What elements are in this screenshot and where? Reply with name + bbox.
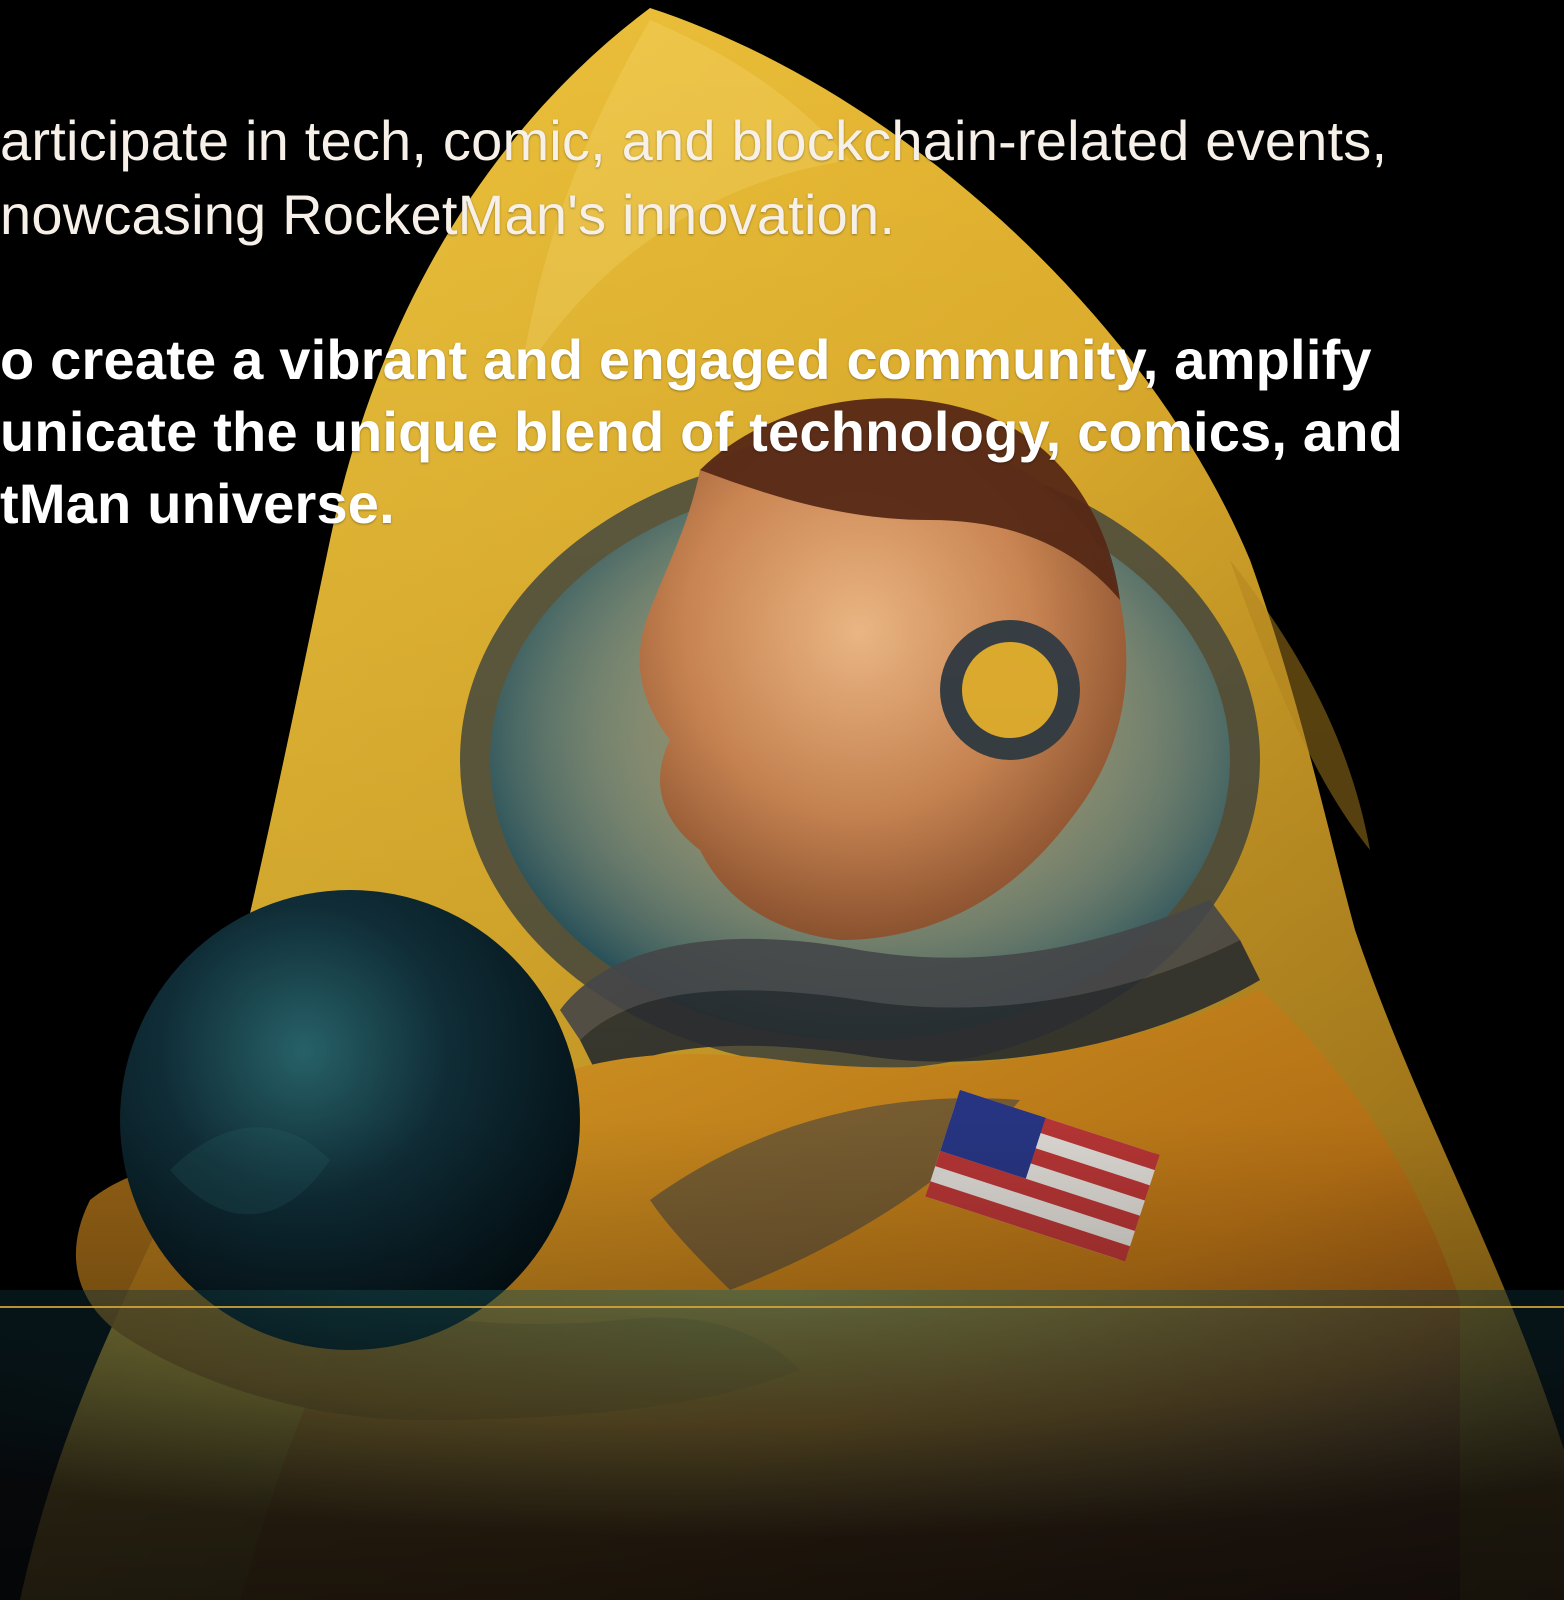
page: articipate in tech, comic, and blockchai… (0, 0, 1564, 1600)
community-paragraph: o create a vibrant and engaged community… (0, 324, 1403, 540)
community-paragraph-line-1: o create a vibrant and engaged community… (0, 328, 1372, 391)
community-paragraph-line-3: tMan universe. (0, 472, 395, 535)
events-paragraph: articipate in tech, comic, and blockchai… (0, 104, 1387, 252)
community-paragraph-line-2: unicate the unique blend of technology, … (0, 400, 1404, 463)
events-paragraph-line-1: articipate in tech, comic, and blockchai… (0, 109, 1388, 172)
section-divider (0, 1306, 1564, 1308)
hero-copy: articipate in tech, comic, and blockchai… (0, 0, 1564, 560)
events-paragraph-line-2: nowcasing RocketMan's innovation. (0, 183, 896, 246)
